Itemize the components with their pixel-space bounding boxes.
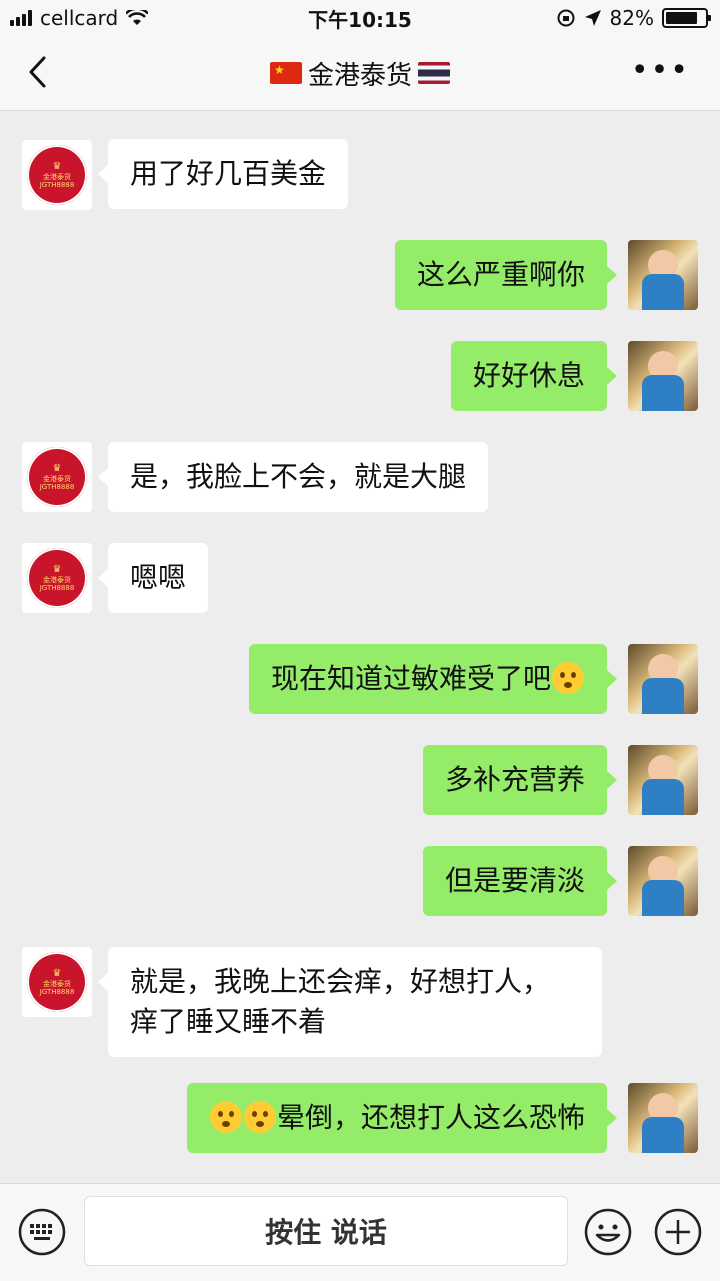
message-bubble-incoming[interactable]: 用了好几百美金: [97, 139, 349, 209]
my-avatar[interactable]: [628, 341, 698, 411]
flushed-face-emoji: [209, 1101, 242, 1133]
thinking-face-emoji: [552, 662, 584, 694]
status-right: 82%: [556, 6, 720, 30]
status-left: cellcard: [0, 6, 149, 30]
nav-bar: 金港泰货 •••: [0, 36, 720, 111]
message-bubble-outgoing[interactable]: 但是要清淡: [422, 846, 618, 916]
china-flag-icon: [269, 62, 302, 84]
message-bubble-outgoing[interactable]: 现在知道过敏难受了吧: [248, 644, 618, 714]
message-bubble-incoming[interactable]: 嗯嗯: [97, 543, 209, 613]
location-arrow-icon: [584, 10, 601, 26]
message-bubble-outgoing[interactable]: 好好休息: [450, 341, 618, 411]
status-bar: cellcard 下午10:15 82%: [0, 0, 720, 36]
message-bubble-outgoing[interactable]: 这么严重啊你: [394, 240, 618, 310]
hold-to-talk-button[interactable]: 按住 说话: [84, 1196, 568, 1266]
my-avatar[interactable]: [628, 644, 698, 714]
message-bubble-incoming[interactable]: 就是，我晚上还会痒，好想打人， 痒了睡又睡不着: [98, 947, 602, 1057]
back-chevron-icon[interactable]: [22, 54, 58, 90]
message-bubble-incoming[interactable]: 是，我脸上不会，就是大腿: [97, 442, 489, 512]
plus-circle-icon[interactable]: [654, 1208, 702, 1256]
contact-avatar[interactable]: ♛ 金港泰货 JGTH8888: [22, 442, 92, 512]
seal-logo: ♛ 金港泰货 JGTH8888: [27, 548, 87, 608]
contact-avatar[interactable]: ♛ 金港泰货 JGTH8888: [22, 543, 92, 613]
message-text: 晕倒，还想打人这么恐怖: [276, 1101, 585, 1134]
carrier-name: cellcard: [40, 6, 119, 30]
message-bubble-outgoing[interactable]: 多补充营养: [422, 745, 618, 815]
my-avatar[interactable]: [628, 240, 698, 310]
my-avatar[interactable]: [628, 745, 698, 815]
seal-logo: ♛ 金港泰货 JGTH8888: [27, 145, 87, 205]
message-bubble-outgoing[interactable]: 晕倒，还想打人这么恐怖: [186, 1083, 618, 1153]
smiley-icon[interactable]: [584, 1208, 632, 1256]
contact-avatar[interactable]: ♛ 金港泰货 JGTH8888: [22, 947, 92, 1017]
more-options-icon[interactable]: •••: [631, 56, 690, 86]
input-bar: 按住 说话: [0, 1183, 720, 1281]
contact-avatar[interactable]: ♛ 金港泰货 JGTH8888: [22, 140, 92, 210]
seal-logo: ♛ 金港泰货 JGTH8888: [27, 952, 87, 1012]
chat-title-text: 金港泰货: [307, 60, 412, 91]
battery-percent: 82%: [609, 6, 654, 30]
wifi-icon: [126, 10, 149, 25]
flushed-face-emoji: [243, 1101, 276, 1133]
thailand-flag-icon: [418, 62, 450, 84]
message-text: 现在知道过敏难受了吧: [270, 662, 551, 695]
chat-title: 金港泰货: [269, 55, 450, 92]
orientation-lock-icon: [557, 9, 575, 27]
seal-logo: ♛ 金港泰货 JGTH8888: [27, 447, 87, 507]
keyboard-icon[interactable]: [18, 1208, 66, 1256]
signal-icon: [10, 10, 32, 26]
chat-message-list[interactable]: ♛ 金港泰货 JGTH8888 用了好几百美金 这么严重啊你 好好休息 ♛ 金港泰货 J…: [0, 111, 720, 1183]
my-avatar[interactable]: [628, 1083, 698, 1153]
battery-icon: [662, 8, 711, 28]
my-avatar[interactable]: [628, 846, 698, 916]
